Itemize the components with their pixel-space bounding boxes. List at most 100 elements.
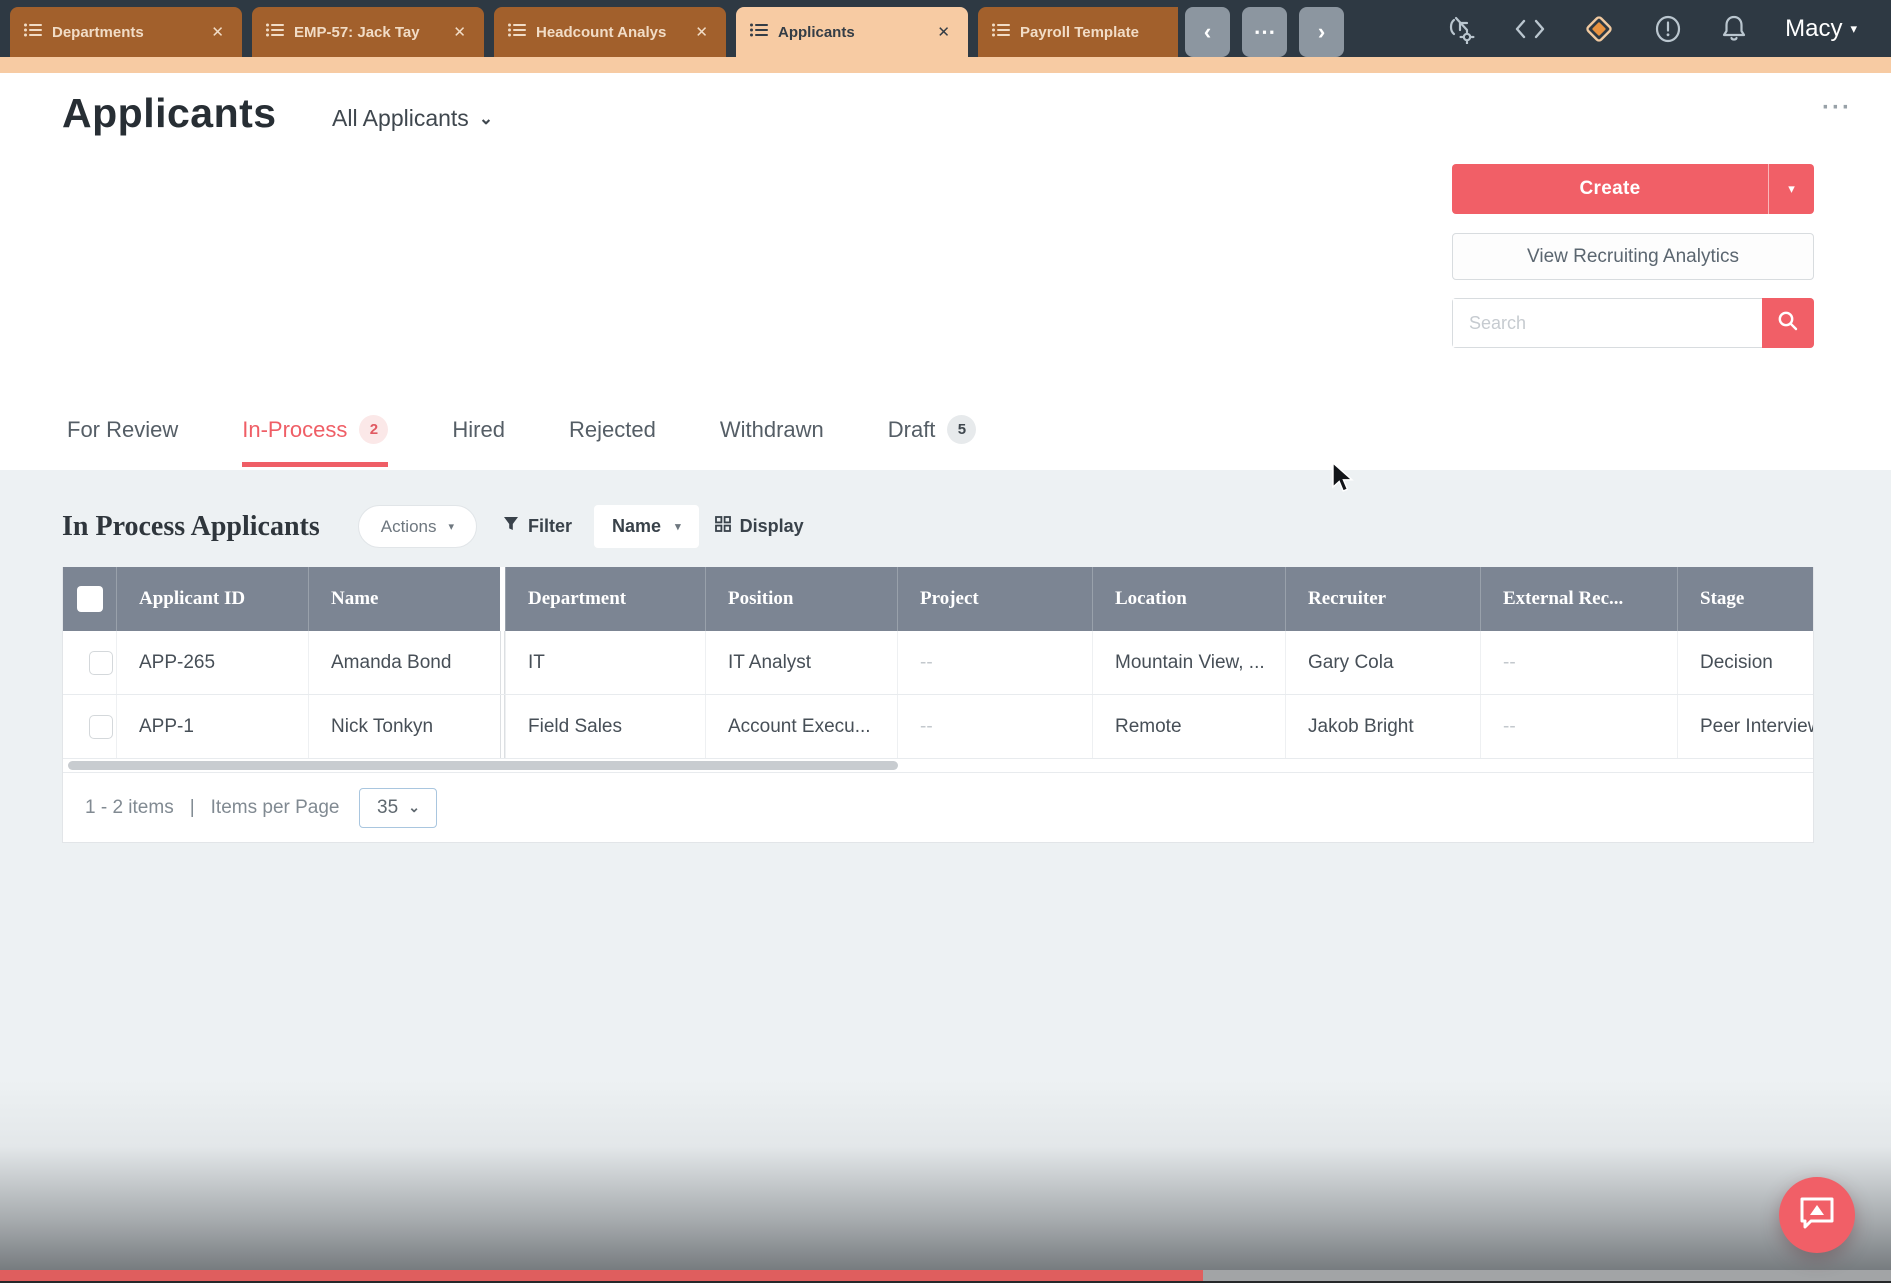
cell-department: IT xyxy=(505,631,705,694)
cell-location: Mountain View, ... xyxy=(1092,631,1285,694)
horizontal-scrollbar xyxy=(63,759,1813,772)
tab-forward-button[interactable]: › xyxy=(1299,7,1344,57)
caret-down-icon: ▾ xyxy=(449,520,455,533)
tab-label: Hired xyxy=(452,417,505,443)
column-header-department[interactable]: Department xyxy=(505,567,705,631)
items-per-page-label: Items per Page xyxy=(211,797,340,819)
column-header-position[interactable]: Position xyxy=(705,567,897,631)
row-checkbox[interactable] xyxy=(89,651,113,675)
diamond-icon[interactable] xyxy=(1583,13,1615,45)
tab-hired[interactable]: Hired xyxy=(452,415,505,467)
display-label: Display xyxy=(740,516,804,537)
tab-label: Rejected xyxy=(569,417,656,443)
filter-funnel-icon xyxy=(503,516,519,537)
tab-for-review[interactable]: For Review xyxy=(67,415,178,467)
count-badge: 2 xyxy=(359,415,388,444)
cell-position: IT Analyst xyxy=(705,631,897,694)
close-icon[interactable]: ✕ xyxy=(449,21,470,43)
search-icon xyxy=(1777,310,1799,337)
cell-department: Field Sales xyxy=(505,695,705,758)
column-header-applicant-id[interactable]: Applicant ID xyxy=(116,567,308,631)
doc-tab-payroll-template[interactable]: Payroll Template xyxy=(978,7,1178,57)
user-menu[interactable]: Macy ▾ xyxy=(1785,15,1857,43)
tab-in-process[interactable]: In-Process 2 xyxy=(242,415,388,467)
doc-tab-departments[interactable]: Departments ✕ xyxy=(10,7,242,57)
select-all-cell xyxy=(63,567,116,631)
column-header-location[interactable]: Location xyxy=(1092,567,1285,631)
column-header-stage[interactable]: Stage xyxy=(1677,567,1814,631)
cell-applicant-id[interactable]: APP-1 xyxy=(116,695,308,758)
tab-label: In-Process xyxy=(242,417,347,443)
alert-icon[interactable] xyxy=(1653,14,1683,44)
actions-label: Actions xyxy=(381,517,437,537)
items-range-text: 1 - 2 items xyxy=(85,797,174,819)
top-tab-bar: Departments ✕ EMP-57: Jack Tay ✕ Headcou… xyxy=(0,0,1891,57)
table-row[interactable]: APP-265 Amanda Bond IT IT Analyst -- Mou… xyxy=(63,631,1814,695)
doc-tab-emp-57[interactable]: EMP-57: Jack Tay ✕ xyxy=(252,7,484,57)
tab-back-button[interactable]: ‹ xyxy=(1185,7,1230,57)
items-per-page-select[interactable]: 35 ⌄ xyxy=(359,788,437,828)
doc-tab-applicants-active[interactable]: Applicants ✕ xyxy=(736,7,968,57)
create-button[interactable]: Create ▾ xyxy=(1452,164,1814,214)
cell-project: -- xyxy=(897,631,1092,694)
user-name: Macy xyxy=(1785,15,1842,43)
video-progress-bar[interactable] xyxy=(0,1270,1891,1281)
table-pagination: 1 - 2 items | Items per Page 35 ⌄ xyxy=(63,772,1813,842)
page-title: Applicants xyxy=(62,90,277,137)
sort-dropdown[interactable]: Name ▾ xyxy=(594,505,699,548)
tab-withdrawn[interactable]: Withdrawn xyxy=(720,415,824,467)
display-button[interactable]: Display xyxy=(715,516,804,537)
doc-tab-headcount-analysis[interactable]: Headcount Analys ✕ xyxy=(494,7,726,57)
cell-name[interactable]: Amanda Bond xyxy=(308,631,500,694)
filter-label: Filter xyxy=(528,516,572,537)
table-row[interactable]: APP-1 Nick Tonkyn Field Sales Account Ex… xyxy=(63,695,1814,759)
list-icon xyxy=(992,23,1010,42)
horizontal-scrollbar-thumb[interactable] xyxy=(68,761,898,770)
notifications-bell-icon[interactable] xyxy=(1721,14,1747,44)
table-header-row: Applicant ID Name Department Position Pr… xyxy=(63,567,1814,631)
row-checkbox[interactable] xyxy=(89,715,113,739)
chevron-down-icon: ▾ xyxy=(1850,21,1857,37)
search-button[interactable] xyxy=(1762,298,1814,348)
tab-label: Applicants xyxy=(778,24,923,41)
column-header-project[interactable]: Project xyxy=(897,567,1092,631)
view-recruiting-analytics-button[interactable]: View Recruiting Analytics xyxy=(1452,233,1814,280)
items-per-page-value: 35 xyxy=(377,797,398,819)
cell-applicant-id[interactable]: APP-265 xyxy=(116,631,308,694)
automations-icon[interactable] xyxy=(1447,14,1477,44)
applicants-table: Applicant ID Name Department Position Pr… xyxy=(62,567,1814,843)
select-all-checkbox[interactable] xyxy=(77,586,103,612)
row-select-cell xyxy=(63,695,116,758)
close-icon[interactable]: ✕ xyxy=(207,21,228,43)
view-selector-dropdown[interactable]: All Applicants ⌄ xyxy=(332,105,493,132)
close-icon[interactable]: ✕ xyxy=(691,21,712,43)
column-header-name[interactable]: Name xyxy=(308,567,500,631)
cell-recruiter: Jakob Bright xyxy=(1285,695,1480,758)
filter-button[interactable]: Filter xyxy=(503,516,572,537)
tab-nav-buttons: ‹ ⋯ › xyxy=(1185,7,1344,57)
overflow-menu-icon[interactable]: ··· xyxy=(1822,103,1852,113)
pagination-separator: | xyxy=(190,797,195,819)
topbar-icon-cluster: Macy ▾ xyxy=(1447,0,1891,57)
status-tabs: For Review In-Process 2 Hired Rejected W… xyxy=(67,415,976,467)
chevron-down-icon: ⌄ xyxy=(408,799,420,816)
search-input[interactable] xyxy=(1453,299,1761,347)
tab-label: Headcount Analys xyxy=(536,24,681,41)
app-root: Departments ✕ EMP-57: Jack Tay ✕ Headcou… xyxy=(0,0,1891,1283)
cell-name[interactable]: Nick Tonkyn xyxy=(308,695,500,758)
actions-dropdown[interactable]: Actions ▾ xyxy=(358,505,477,548)
close-icon[interactable]: ✕ xyxy=(933,21,954,43)
code-icon[interactable] xyxy=(1515,18,1545,40)
tab-rejected[interactable]: Rejected xyxy=(569,415,656,467)
cell-location: Remote xyxy=(1092,695,1285,758)
tab-more-button[interactable]: ⋯ xyxy=(1242,7,1287,57)
panel-title: In Process Applicants xyxy=(62,511,320,543)
video-progress-fill xyxy=(0,1270,1203,1281)
tab-draft[interactable]: Draft 5 xyxy=(888,415,977,467)
list-icon xyxy=(266,23,284,42)
create-split-caret[interactable]: ▾ xyxy=(1768,164,1814,214)
column-header-external-recruiter[interactable]: External Rec... xyxy=(1480,567,1677,631)
feedback-chat-fab[interactable] xyxy=(1779,1177,1855,1253)
cell-external-recruiter: -- xyxy=(1480,695,1677,758)
column-header-recruiter[interactable]: Recruiter xyxy=(1285,567,1480,631)
